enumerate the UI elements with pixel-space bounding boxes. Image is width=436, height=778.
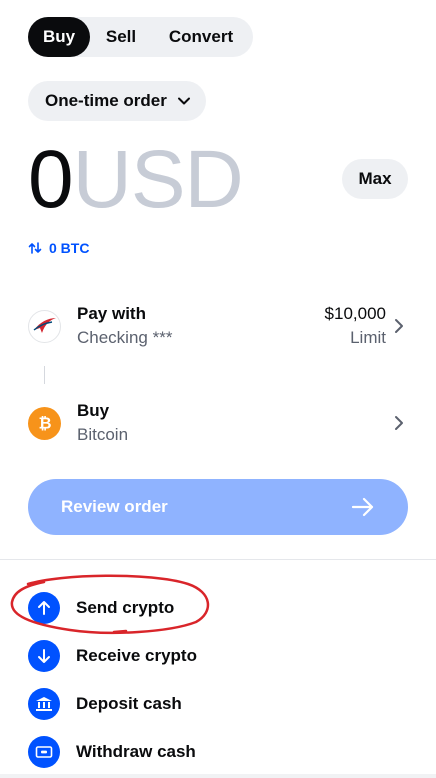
swap-icon [28,242,42,254]
order-type-dropdown[interactable]: One-time order [28,81,206,121]
chevron-down-icon [177,97,190,105]
order-type-label: One-time order [45,91,167,110]
buy-sell-convert-tabs: Buy Sell Convert [28,17,253,57]
arrow-right-icon [351,497,374,517]
bottom-edge [0,774,436,778]
send-crypto-label: Send crypto [76,598,175,617]
chevron-right-icon [395,319,403,333]
limit-label: Limit [350,328,386,347]
section-divider [0,559,436,560]
tab-buy[interactable]: Buy [28,17,90,57]
currency-conversion-toggle[interactable]: 0 BTC [28,240,89,256]
review-order-button[interactable]: Review order [28,479,408,535]
receive-crypto-label: Receive crypto [76,646,197,665]
max-button[interactable]: Max [342,159,408,199]
conversion-amount: 0 BTC [49,240,90,256]
amount-value: 0 [28,134,74,225]
amount-input[interactable]: 0 USD [28,134,244,225]
pay-with-account: Checking *** [77,328,173,347]
buy-asset-title: Buy [77,401,110,420]
cash-icon [28,736,60,768]
tab-sell[interactable]: Sell [90,17,152,57]
limit-value: $10,000 [324,304,386,323]
bank-logo-icon [28,309,61,343]
pay-with-row[interactable]: Pay with Checking *** $10,000 Limit [28,298,408,354]
deposit-cash-label: Deposit cash [76,694,182,713]
buy-asset-row[interactable]: ₿ Buy Bitcoin [28,395,408,451]
bitcoin-icon: ₿ [28,406,61,440]
send-crypto-button[interactable]: Send crypto [28,592,408,624]
receive-crypto-button[interactable]: Receive crypto [28,640,408,672]
withdraw-cash-label: Withdraw cash [76,742,196,761]
row-connector-line [44,366,45,384]
chevron-right-icon [395,416,403,430]
arrow-up-icon [28,592,60,624]
svg-text:₿: ₿ [38,415,51,433]
amount-currency: USD [72,134,244,225]
arrow-down-icon [28,640,60,672]
bank-icon [28,688,60,720]
pay-with-title: Pay with [77,304,146,323]
review-order-label: Review order [61,497,168,516]
tab-convert[interactable]: Convert [152,17,250,57]
deposit-cash-button[interactable]: Deposit cash [28,688,408,720]
buy-asset-name: Bitcoin [77,425,129,444]
withdraw-cash-button[interactable]: Withdraw cash [28,736,408,768]
